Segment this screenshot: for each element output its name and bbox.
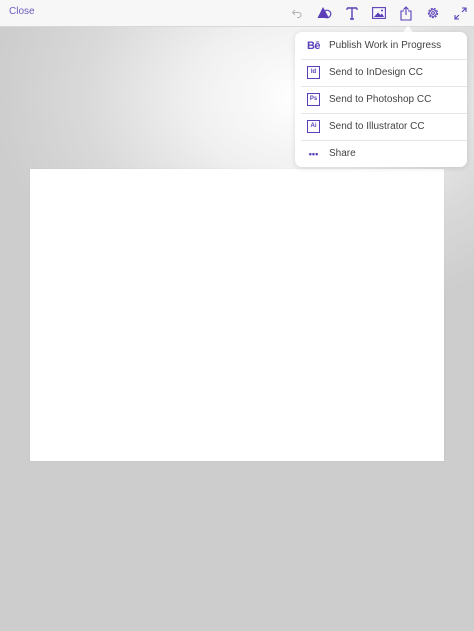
top-toolbar: Close: [0, 0, 474, 27]
share-icon[interactable]: [398, 5, 414, 21]
menu-item-label: Send to Illustrator CC: [329, 121, 425, 132]
indesign-icon: Id: [307, 66, 320, 79]
menu-item-send-indesign[interactable]: Id Send to InDesign CC: [295, 59, 467, 86]
menu-item-publish-wip[interactable]: Bē Publish Work in Progress: [295, 32, 467, 59]
behance-icon: Bē: [306, 39, 321, 52]
menu-item-label: Share: [329, 148, 356, 159]
more-dots-icon: •••: [308, 148, 319, 159]
share-menu-popover: Bē Publish Work in Progress Id Send to I…: [295, 32, 467, 167]
artboard[interactable]: [30, 169, 444, 461]
close-button[interactable]: Close: [9, 6, 35, 17]
menu-item-send-photoshop[interactable]: Ps Send to Photoshop CC: [295, 86, 467, 113]
menu-item-share[interactable]: ••• Share: [295, 140, 467, 167]
menu-item-label: Publish Work in Progress: [329, 40, 442, 51]
photoshop-icon: Ps: [307, 93, 320, 106]
undo-icon[interactable]: [289, 5, 305, 21]
menu-item-label: Send to InDesign CC: [329, 67, 423, 78]
gear-icon[interactable]: [425, 5, 441, 21]
image-icon[interactable]: [371, 5, 387, 21]
menu-item-send-illustrator[interactable]: Ai Send to Illustrator CC: [295, 113, 467, 140]
shapes-icon[interactable]: [316, 5, 332, 21]
text-icon[interactable]: [344, 5, 360, 21]
menu-item-label: Send to Photoshop CC: [329, 94, 432, 105]
expand-icon[interactable]: [452, 5, 468, 21]
illustrator-icon: Ai: [307, 120, 320, 133]
